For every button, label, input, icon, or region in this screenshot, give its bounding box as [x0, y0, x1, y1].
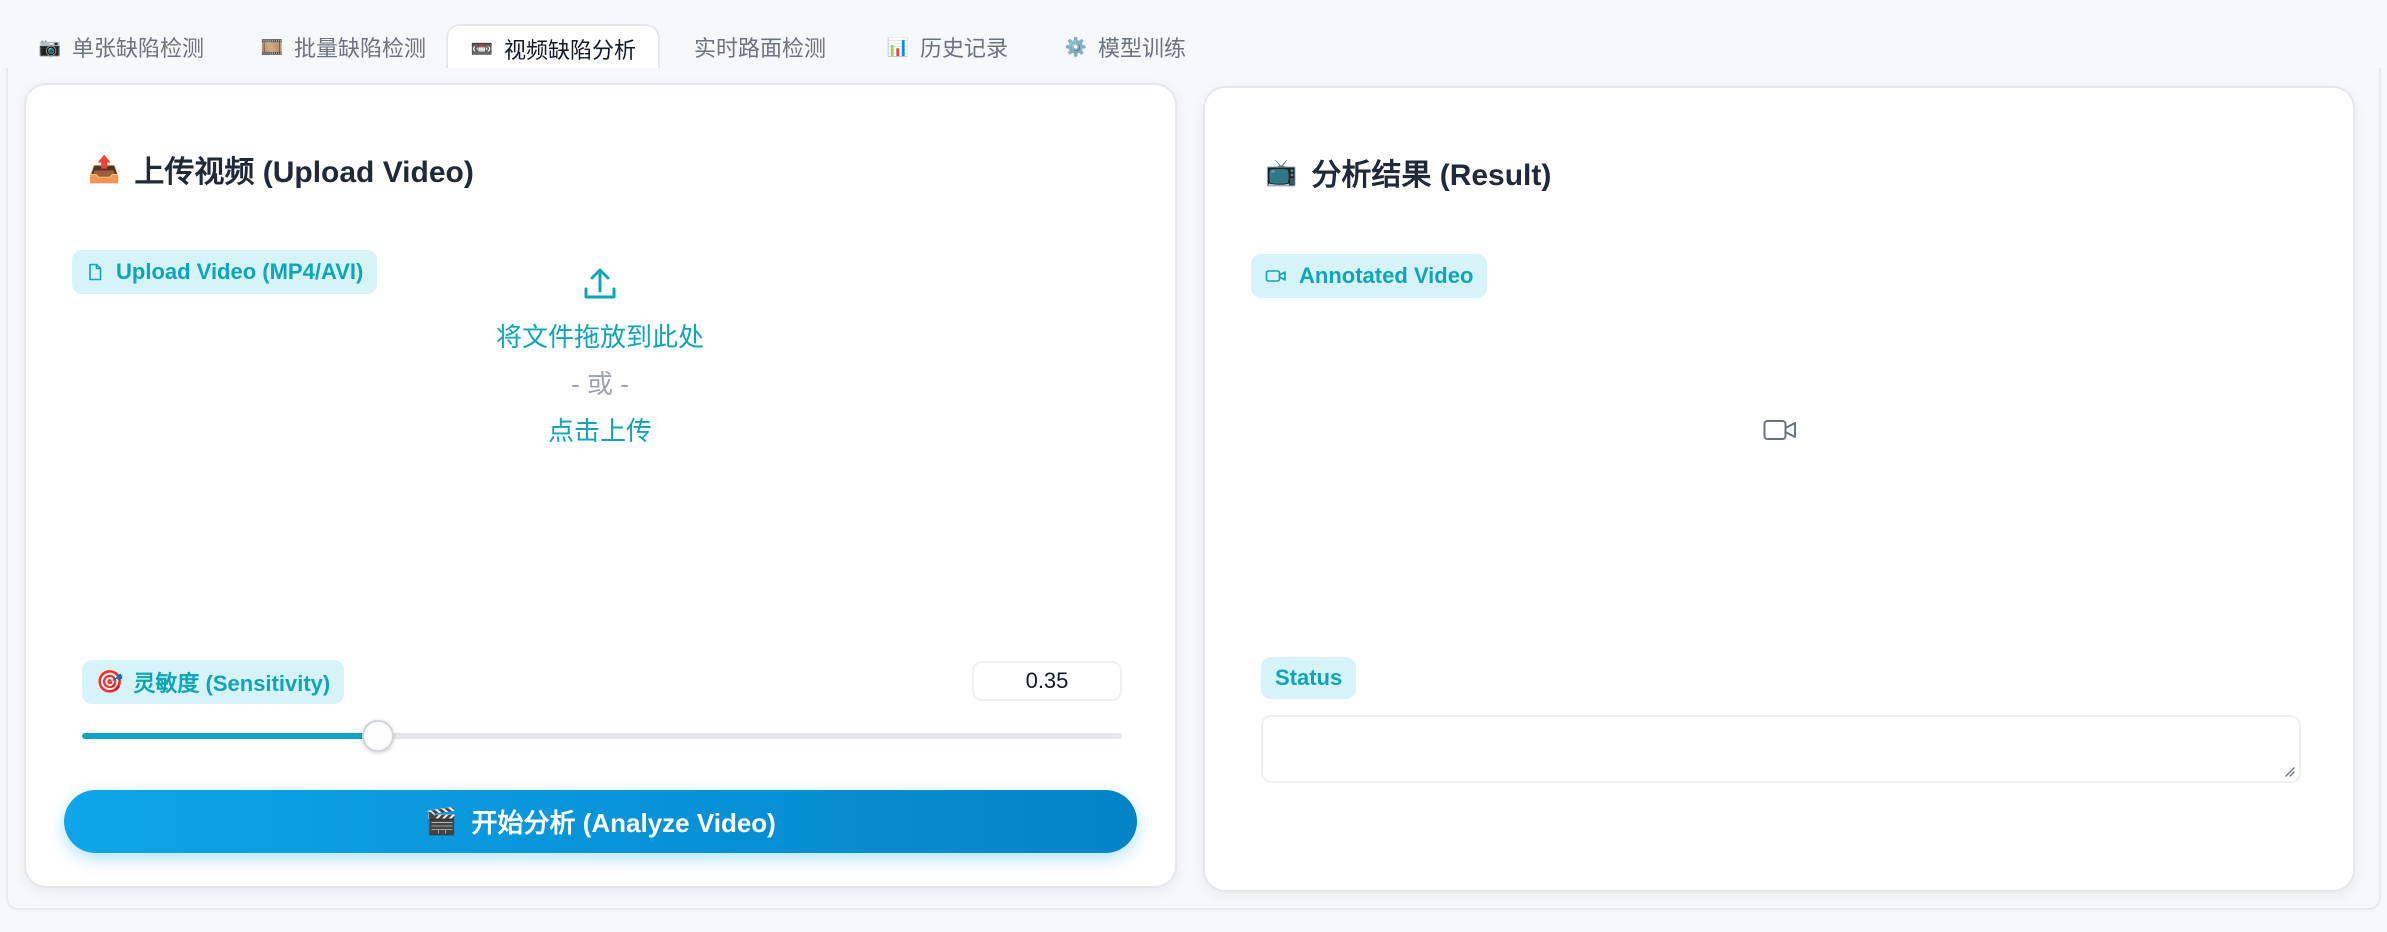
tab-label: 批量缺陷检测 [294, 36, 427, 61]
annotated-video-label: Annotated Video [1251, 254, 1488, 298]
clapper-board-icon: 🎬 [425, 806, 458, 836]
sensitivity-number-input[interactable]: 0.35 [972, 661, 1122, 701]
annotated-video-label-text: Annotated Video [1299, 263, 1474, 288]
videocassette-icon: 📼 [470, 38, 494, 59]
tab-batch-detection[interactable]: 🎞️ 批量缺陷检测 [238, 24, 448, 70]
tab-label: 单张缺陷检测 [72, 36, 205, 61]
resize-grip-icon[interactable] [2283, 765, 2295, 777]
video-camera-icon [1265, 270, 1286, 282]
bar-chart-icon: 📊 [886, 36, 910, 57]
tab-single-detection[interactable]: 📷 单张缺陷检测 [16, 24, 226, 70]
camera-icon: 📷 [38, 36, 62, 57]
upload-icon [584, 268, 616, 299]
upload-panel-title-text: 上传视频 (Upload Video) [134, 156, 474, 189]
television-icon: 📺 [1265, 156, 1298, 187]
result-panel-title: 📺 分析结果 (Result) [1265, 150, 1551, 194]
slider-fill [82, 733, 378, 739]
dropzone-click-text: 点击上传 [547, 416, 652, 446]
film-frames-icon: 🎞️ [260, 36, 284, 57]
dropzone-or-text: - 或 - [571, 369, 629, 399]
gear-icon: ⚙️ [1064, 36, 1088, 57]
slider-thumb[interactable] [362, 720, 394, 752]
status-label: Status [1261, 657, 1357, 699]
tab-model-training[interactable]: ⚙️ 模型训练 [1042, 24, 1208, 70]
outbox-tray-icon: 📤 [88, 153, 121, 184]
tab-label: 实时路面检测 [694, 36, 827, 61]
tab-bar: 📷 单张缺陷检测 🎞️ 批量缺陷检测 📼 视频缺陷分析 实时路面检测 📊 历史记… [6, 24, 2381, 72]
sensitivity-label: 🎯 灵敏度 (Sensitivity) [82, 660, 345, 704]
analyze-video-button[interactable]: 🎬 开始分析 (Analyze Video) [64, 790, 1137, 853]
result-panel-title-text: 分析结果 (Result) [1311, 159, 1552, 192]
sensitivity-slider[interactable] [82, 717, 1122, 753]
dropzone-primary-text: 将文件拖放到此处 [495, 322, 704, 352]
video-placeholder-icon [1763, 420, 1796, 440]
tab-label: 模型训练 [1098, 36, 1187, 61]
status-label-text: Status [1275, 665, 1343, 690]
app-root: 📷 单张缺陷检测 🎞️ 批量缺陷检测 📼 视频缺陷分析 实时路面检测 📊 历史记… [0, 0, 2387, 932]
tab-label: 视频缺陷分析 [504, 38, 637, 63]
analyze-video-button-label: 开始分析 (Analyze Video) [471, 808, 776, 838]
sensitivity-label-text: 灵敏度 (Sensitivity) [133, 671, 331, 696]
status-textbox[interactable] [1261, 715, 2301, 783]
upload-panel: 📤 上传视频 (Upload Video) Upload Video (MP4/… [24, 83, 1177, 888]
upload-panel-title: 📤 上传视频 (Upload Video) [88, 147, 474, 191]
tab-history[interactable]: 📊 历史记录 [864, 24, 1030, 70]
result-panel: 📺 分析结果 (Result) Annotated Video Status [1203, 86, 2355, 892]
tab-video-analysis[interactable]: 📼 视频缺陷分析 [446, 24, 661, 72]
video-dropzone[interactable]: 将文件拖放到此处 - 或 - 点击上传 [50, 265, 1150, 565]
tab-label: 历史记录 [920, 36, 1009, 61]
target-icon: 🎯 [96, 669, 124, 694]
tab-realtime-detection[interactable]: 实时路面检测 [672, 24, 848, 70]
